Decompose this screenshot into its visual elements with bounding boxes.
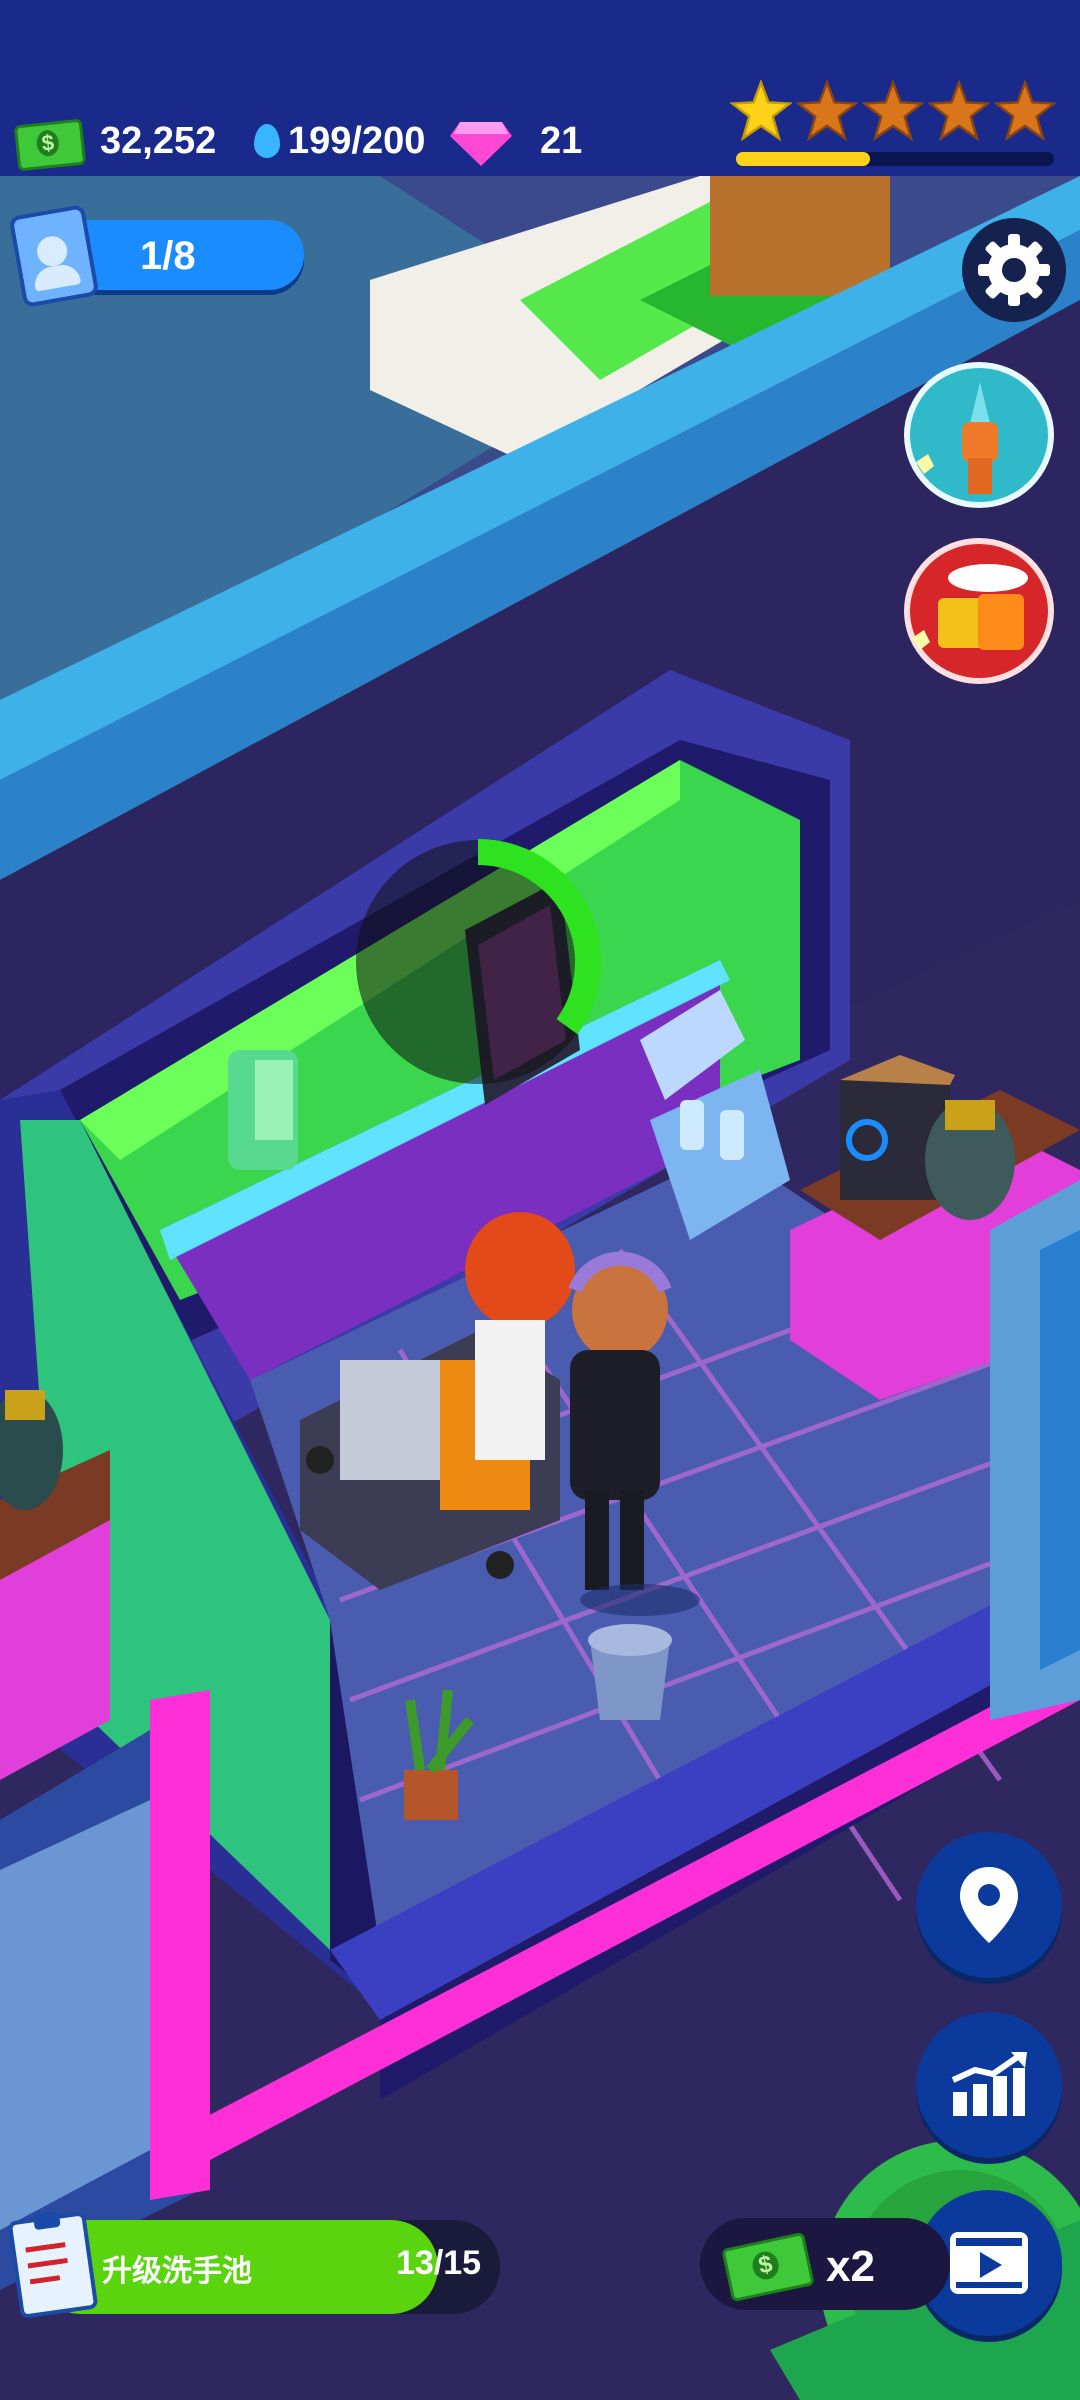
cash-boost-label: x2 — [826, 2242, 875, 2291]
staff-count: 1/8 — [140, 234, 196, 278]
gem-value: 21 — [540, 120, 583, 162]
star-row — [730, 80, 1060, 142]
cash-boost-pill[interactable]: $ x2 — [700, 2218, 960, 2310]
task-bar[interactable]: 升级洗手池 13/15 — [7, 2210, 500, 2320]
game-world — [0, 0, 1080, 2400]
task-count: 13/15 — [396, 2244, 482, 2282]
stats-button[interactable] — [916, 2012, 1062, 2158]
star-icon — [862, 80, 924, 142]
cash-icon: $ — [13, 118, 87, 172]
pump-event-button[interactable] — [898, 362, 1062, 508]
star-icon — [730, 80, 792, 142]
clipboard-icon — [7, 2210, 99, 2319]
growth-chart-icon — [951, 2052, 1027, 2116]
settings-button[interactable] — [962, 218, 1066, 322]
task-progress-ring — [477, 839, 601, 1035]
star-rating[interactable] — [730, 80, 1060, 172]
water-drop-icon — [254, 124, 280, 158]
pump-it-icon — [916, 382, 998, 494]
star-icon — [928, 80, 990, 142]
star-progress-fill — [736, 152, 870, 166]
staff-pill[interactable]: 1/8 — [8, 204, 304, 308]
water-counter: 199/200 — [252, 118, 452, 170]
gem-icon — [450, 122, 512, 166]
cash-value: 32,252 — [100, 120, 217, 162]
location-button[interactable] — [916, 1832, 1062, 1978]
star-progress-track — [736, 152, 1054, 166]
gift-event-button[interactable] — [898, 538, 1062, 688]
location-pin-icon — [960, 1867, 1018, 1943]
star-icon — [994, 80, 1056, 142]
cash-counter: $ 32,252 — [13, 118, 234, 172]
star-icon — [796, 80, 858, 142]
task-label: 升级洗手池 — [102, 2255, 252, 2288]
gem-counter: 21 — [448, 114, 598, 170]
water-value: 199/200 — [288, 120, 426, 162]
settings-gear-icon — [978, 234, 1050, 306]
gift-bags-icon — [912, 564, 1028, 650]
id-card-icon — [8, 204, 100, 308]
